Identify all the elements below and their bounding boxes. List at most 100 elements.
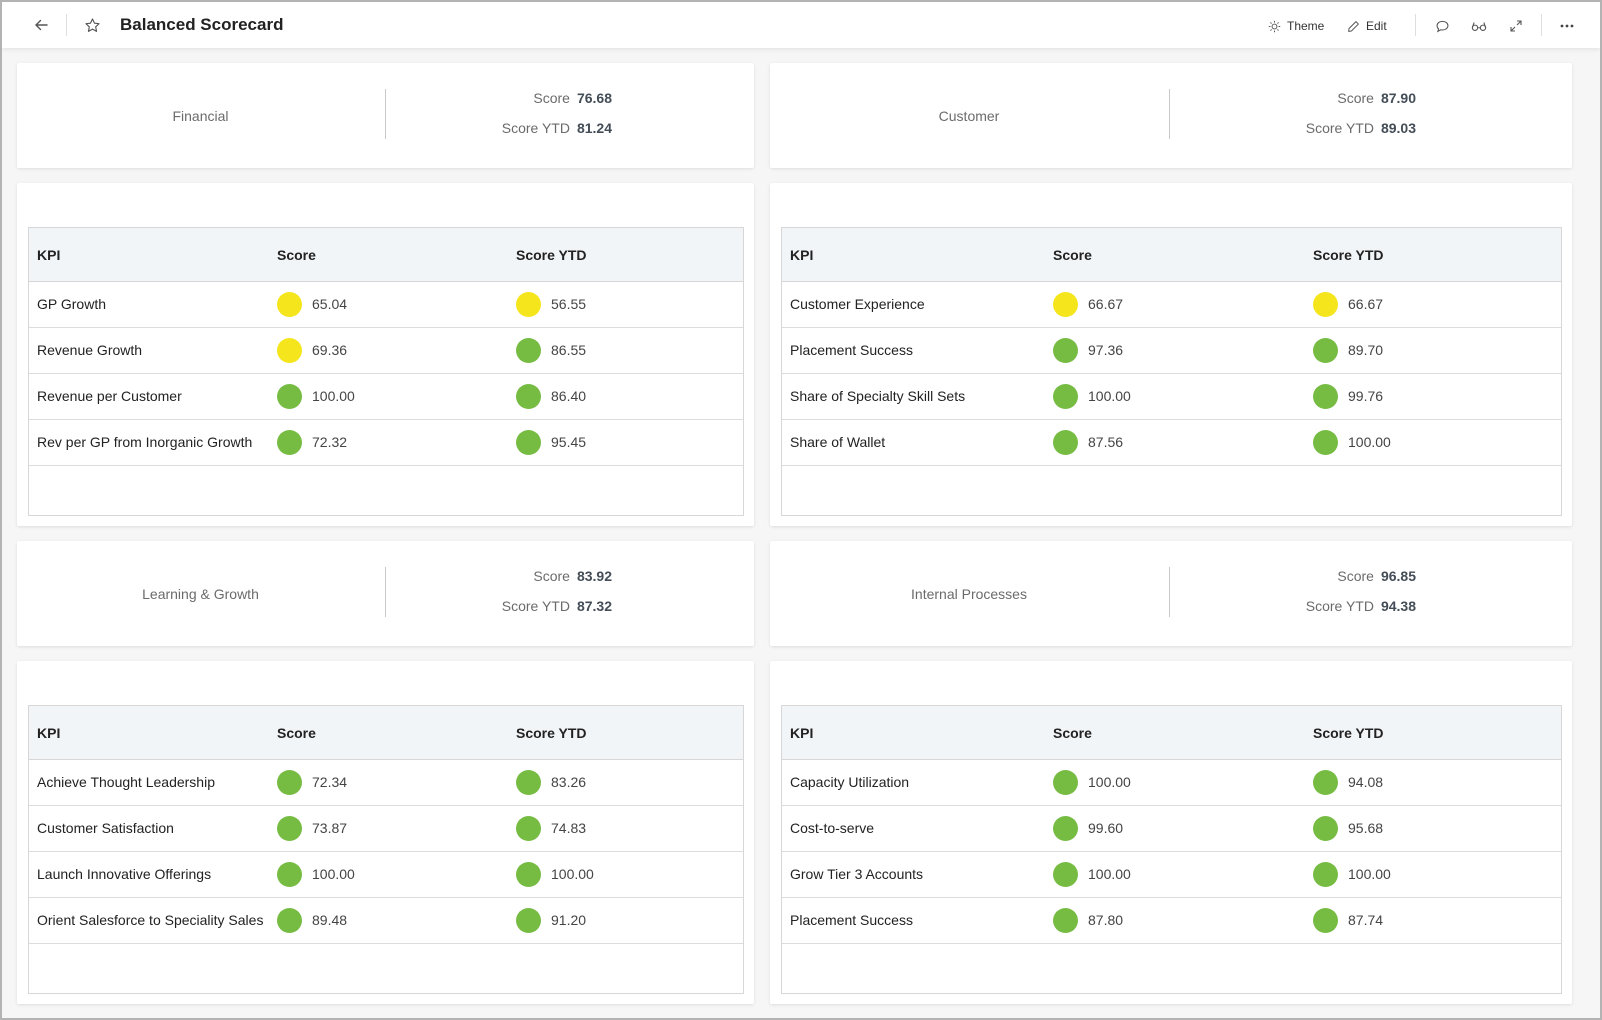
kpi-name: Revenue Growth [37,342,143,358]
table-row[interactable]: Revenue Growth 69.36 86.55 [29,328,743,374]
score-value: 73.87 [312,820,348,836]
edit-button[interactable]: Edit [1347,15,1387,37]
score-ytd-metric: Score YTD 81.24 [385,120,612,136]
status-indicator-icon [277,338,302,363]
page-title: Balanced Scorecard [120,15,284,34]
score-value: 97.36 [1088,342,1124,358]
more-options-button[interactable] [1556,15,1578,37]
score-ytd-metric: Score YTD 94.38 [1169,598,1416,614]
table-row[interactable]: Achieve Thought Leadership 72.34 83.26 [29,760,743,806]
table-row[interactable]: Customer Experience 66.67 66.67 [782,282,1561,328]
kpi-table: KPI Score Score YTD Capacity Utilization… [781,705,1562,994]
status-indicator-icon [1053,816,1078,841]
score-value: 87.80 [1088,912,1124,928]
table-row[interactable]: Grow Tier 3 Accounts 100.00 100.00 [782,852,1561,898]
score-ytd-cell: 95.45 [516,420,586,465]
kpi-name: Cost-to-serve [790,820,875,836]
status-indicator-icon [277,908,302,933]
score-cell: 100.00 [1053,374,1131,419]
table-row[interactable]: Share of Specialty Skill Sets 100.00 99.… [782,374,1561,420]
score-ytd-value: 56.55 [551,296,587,312]
column-header-score[interactable]: Score [1053,706,1092,760]
table-row[interactable]: Capacity Utilization 100.00 94.08 [782,760,1561,806]
status-indicator-icon [1313,338,1338,363]
score-cell: 87.56 [1053,420,1123,465]
score-ytd-value: 100.00 [1348,866,1391,882]
column-header-score[interactable]: Score [277,228,316,282]
status-indicator-icon [516,908,541,933]
column-header-score[interactable]: Score [1053,228,1092,282]
score-metric: Score 87.90 [1169,90,1416,106]
table-row[interactable]: Placement Success 87.80 87.74 [782,898,1561,944]
summary-card-internal-processes: Internal Processes Score 96.85 Score YTD… [770,541,1572,646]
score-ytd-value: 95.45 [551,434,587,450]
column-header-score-ytd[interactable]: Score YTD [516,706,587,760]
table-header: KPI Score Score YTD [29,228,743,282]
score-ytd-value: 74.83 [551,820,587,836]
score-ytd-label: Score YTD [1305,598,1374,614]
score-value: 100.00 [1088,774,1131,790]
status-indicator-icon [1053,384,1078,409]
status-indicator-icon [277,292,302,317]
status-indicator-icon [1053,770,1078,795]
table-row[interactable]: Cost-to-serve 99.60 95.68 [782,806,1561,852]
column-header-kpi[interactable]: KPI [37,228,60,282]
table-row[interactable]: Launch Innovative Offerings 100.00 100.0… [29,852,743,898]
score-value: 66.67 [1088,296,1124,312]
status-indicator-icon [516,384,541,409]
arrow-left-icon [35,19,48,31]
perspective-name: Learning & Growth [142,585,259,602]
score-ytd-metric: Score YTD 89.03 [1169,120,1416,136]
kpi-table: KPI Score Score YTD Customer Experience … [781,227,1562,516]
header-divider [1415,14,1416,36]
comment-button[interactable] [1431,15,1453,37]
back-button[interactable] [30,14,52,36]
score-cell: 69.36 [277,328,347,373]
kpi-name: Grow Tier 3 Accounts [790,866,924,882]
score-label: Score [533,568,570,584]
score-ytd-value: 89.70 [1348,342,1384,358]
column-header-kpi[interactable]: KPI [790,228,813,282]
score-ytd-cell: 87.74 [1313,898,1383,943]
table-row[interactable]: GP Growth 65.04 56.55 [29,282,743,328]
table-row[interactable]: Orient Salesforce to Speciality Sales 89… [29,898,743,944]
score-ytd-cell: 89.70 [1313,328,1383,373]
kpi-table: KPI Score Score YTD Achieve Thought Lead… [28,705,744,994]
sun-icon [1268,20,1281,32]
kpi-table-card-financial: KPI Score Score YTD GP Growth 65.04 56.5… [17,183,754,526]
column-header-score-ytd[interactable]: Score YTD [516,228,587,282]
column-header-kpi[interactable]: KPI [37,706,60,760]
fullscreen-button[interactable] [1505,15,1527,37]
status-indicator-icon [516,292,541,317]
status-indicator-icon [516,816,541,841]
theme-button[interactable]: Theme [1268,15,1324,37]
perspective-name: Financial [172,107,229,124]
column-header-score[interactable]: Score [277,706,316,760]
column-header-score-ytd[interactable]: Score YTD [1313,706,1384,760]
score-value: 89.48 [312,912,348,928]
column-header-kpi[interactable]: KPI [790,706,813,760]
table-row[interactable]: Revenue per Customer 100.00 86.40 [29,374,743,420]
favorite-button[interactable] [81,14,103,36]
table-header: KPI Score Score YTD [782,706,1561,760]
score-ytd-cell: 100.00 [1313,420,1391,465]
column-header-score-ytd[interactable]: Score YTD [1313,228,1384,282]
score-ytd-cell: 100.00 [516,852,594,897]
table-row[interactable]: Rev per GP from Inorganic Growth 72.32 9… [29,420,743,466]
table-row[interactable]: Placement Success 97.36 89.70 [782,328,1561,374]
score-ytd-value: 99.76 [1348,388,1384,404]
status-indicator-icon [277,384,302,409]
kpi-name: Launch Innovative Offerings [37,866,212,882]
kpi-name: Placement Success [790,912,913,928]
table-row[interactable]: Share of Wallet 87.56 100.00 [782,420,1561,466]
score-cell: 99.60 [1053,806,1123,851]
status-indicator-icon [1313,384,1338,409]
score-value: 87.56 [1088,434,1124,450]
score-ytd-cell: 56.55 [516,282,586,327]
perspective-name: Customer [938,107,1000,124]
kpi-name: Orient Salesforce to Speciality Sales [37,912,264,928]
view-button[interactable] [1468,15,1490,37]
kpi-name: GP Growth [37,296,106,312]
table-row[interactable]: Customer Satisfaction 73.87 74.83 [29,806,743,852]
score-value: 69.36 [312,342,348,358]
